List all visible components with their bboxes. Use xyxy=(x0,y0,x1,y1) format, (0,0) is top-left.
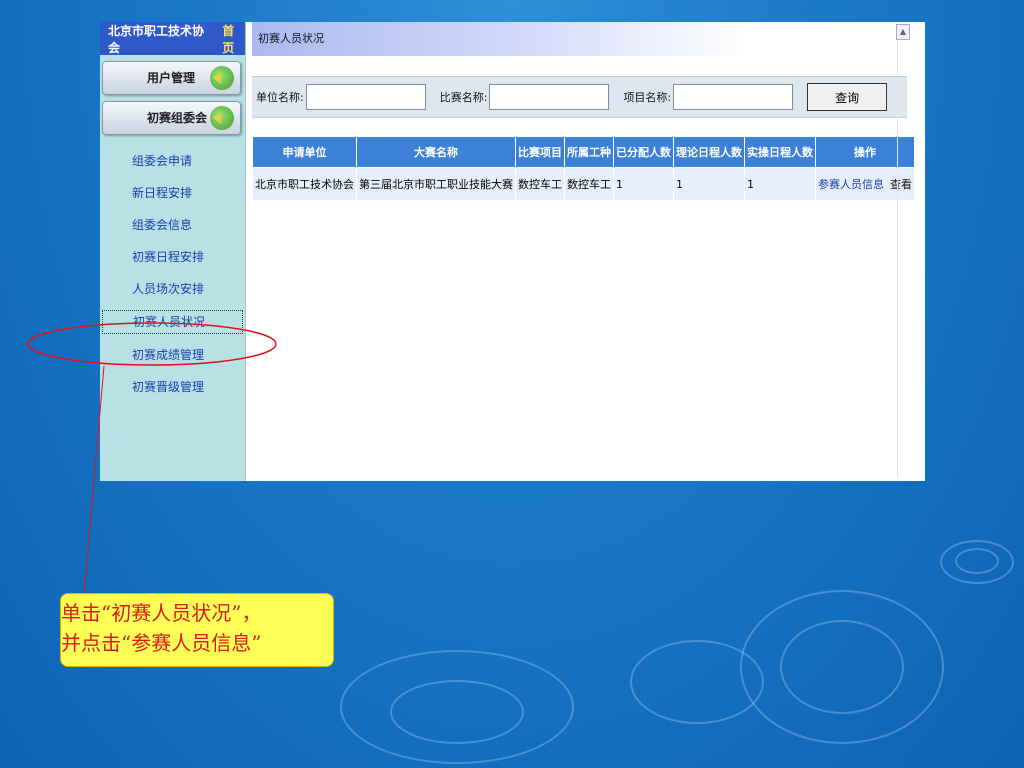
results-table: 申请单位 大赛名称 比赛项目 所属工种 已分配人数 理论日程人数 实操日程人数 … xyxy=(252,136,915,201)
scroll-up-arrow-icon[interactable]: ▲ xyxy=(896,24,910,40)
background-ripple xyxy=(955,548,999,574)
column-header: 申请单位 xyxy=(252,136,357,168)
column-header: 比赛项目 xyxy=(515,136,565,168)
query-button[interactable]: 查询 xyxy=(807,83,888,111)
instruction-callout: 单击“初赛人员状况”， 并点击“参赛人员信息” xyxy=(60,593,334,667)
user-management-button[interactable]: 用户管理 xyxy=(102,61,241,95)
cell-unit: 北京市职工技术协会 xyxy=(252,167,357,201)
table-header-row: 申请单位 大赛名称 比赛项目 所属工种 已分配人数 理论日程人数 实操日程人数 … xyxy=(252,136,915,168)
refresh-arrow-icon xyxy=(210,66,234,90)
menu-item-committee-apply[interactable]: 组委会申请 xyxy=(100,145,245,177)
page-title: 初赛人员状况 xyxy=(252,22,912,56)
sidebar-header: 北京市职工技术协会 首页 xyxy=(100,22,245,55)
contest-name-label: 比赛名称: xyxy=(439,91,488,104)
column-header: 实操日程人数 xyxy=(744,136,816,168)
sidebar: 北京市职工技术协会 首页 用户管理 初赛组委会 组委会申请 新日程安排 组委会信… xyxy=(100,22,246,481)
menu-item-new-schedule[interactable]: 新日程安排 xyxy=(100,177,245,209)
column-header: 已分配人数 xyxy=(613,136,674,168)
committee-button[interactable]: 初赛组委会 xyxy=(102,101,241,135)
participant-info-link[interactable]: 参赛人员信息 xyxy=(818,178,884,191)
menu-item-prelim-promotion-management[interactable]: 初赛晋级管理 xyxy=(100,371,245,403)
committee-label: 初赛组委会 xyxy=(147,111,208,125)
scrollbar[interactable] xyxy=(897,40,910,478)
main-content: 初赛人员状况 单位名称: 比赛名称: 项目名称: 查询 申请单位 大赛名称 比赛… xyxy=(252,22,915,481)
cell-assigned: 1 xyxy=(613,167,674,201)
column-header: 大赛名称 xyxy=(356,136,516,168)
menu-item-committee-info[interactable]: 组委会信息 xyxy=(100,209,245,241)
column-header: 理论日程人数 xyxy=(673,136,745,168)
callout-line-1: 单击“初赛人员状况”， xyxy=(61,601,262,625)
column-header: 所属工种 xyxy=(564,136,614,168)
sidebar-menu: 组委会申请 新日程安排 组委会信息 初赛日程安排 人员场次安排 初赛人员状况 初… xyxy=(100,145,245,403)
table-row: 北京市职工技术协会 第三届北京市职工职业技能大赛 数控车工 数控车工 1 1 1… xyxy=(252,167,915,201)
menu-item-prelim-personnel-status[interactable]: 初赛人员状况 xyxy=(102,310,243,334)
app-window: 北京市职工技术协会 首页 用户管理 初赛组委会 组委会申请 新日程安排 组委会信… xyxy=(100,22,925,481)
refresh-arrow-icon xyxy=(210,106,234,130)
background-ripple xyxy=(780,620,904,714)
cell-trade: 数控车工 xyxy=(564,167,614,201)
search-bar: 单位名称: 比赛名称: 项目名称: 查询 xyxy=(252,76,907,118)
menu-item-prelim-score-management[interactable]: 初赛成绩管理 xyxy=(100,339,245,371)
cell-practice: 1 xyxy=(744,167,816,201)
org-name: 北京市职工技术协会 xyxy=(108,23,205,55)
contest-name-input[interactable] xyxy=(489,84,610,110)
user-management-label: 用户管理 xyxy=(147,71,196,85)
callout-line-2: 并点击“参赛人员信息” xyxy=(61,631,262,655)
home-link[interactable]: 首页 xyxy=(222,22,245,56)
cell-contest: 第三届北京市职工职业技能大赛 xyxy=(356,167,516,201)
unit-name-label: 单位名称: xyxy=(256,91,304,104)
menu-item-prelim-schedule[interactable]: 初赛日程安排 xyxy=(100,241,245,273)
unit-name-input[interactable] xyxy=(305,84,426,110)
menu-item-session-arrangement[interactable]: 人员场次安排 xyxy=(100,273,245,305)
project-name-input[interactable] xyxy=(673,84,794,110)
background-ripple xyxy=(390,680,524,744)
cell-project: 数控车工 xyxy=(515,167,565,201)
cell-theory: 1 xyxy=(673,167,745,201)
project-name-label: 项目名称: xyxy=(623,91,672,104)
